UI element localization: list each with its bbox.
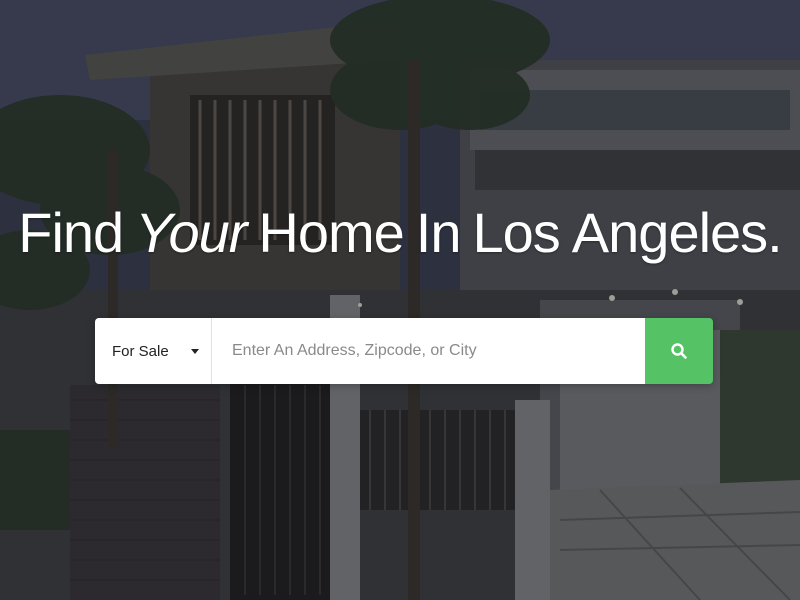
location-search-input[interactable] xyxy=(212,318,645,384)
search-icon xyxy=(671,343,687,359)
dark-overlay xyxy=(0,0,800,600)
caret-down-icon xyxy=(190,348,199,354)
search-button[interactable] xyxy=(645,318,713,384)
listing-type-dropdown[interactable]: For Sale xyxy=(95,318,212,384)
headline-city-word: Angeles. xyxy=(571,201,783,264)
property-search-bar: For Sale xyxy=(95,318,713,384)
headline-word: Home xyxy=(258,201,404,264)
headline-city-word: Los xyxy=(472,201,561,264)
hero-headline: Find Your Home In Los Angeles. xyxy=(0,200,800,265)
headline-word-emphasis: Your xyxy=(135,201,247,264)
listing-type-label: For Sale xyxy=(112,342,169,360)
hero-section: Find Your Home In Los Angeles. For Sale xyxy=(0,0,800,600)
headline-word: In xyxy=(415,201,462,264)
headline-word: Find xyxy=(18,201,124,264)
